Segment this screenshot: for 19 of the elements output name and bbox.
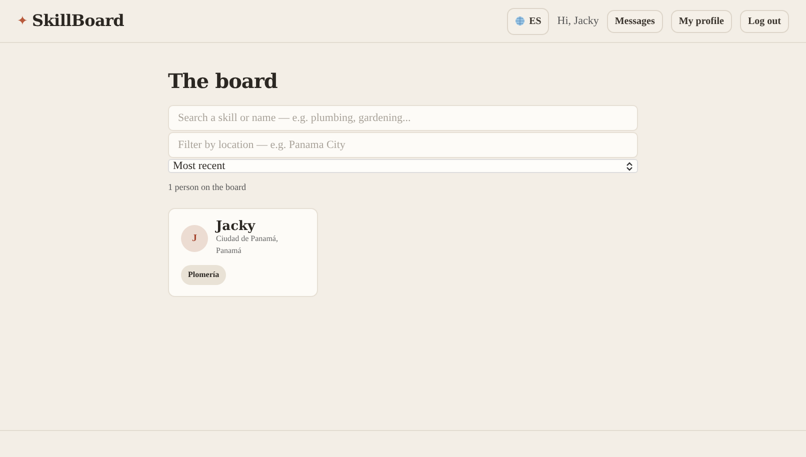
sort-select[interactable]: Most recent xyxy=(168,159,638,173)
person-name: Jacky xyxy=(216,220,256,232)
skill-tag: Plomería xyxy=(181,264,226,284)
globe-icon xyxy=(515,16,526,26)
greeting-text: Hi, Jacky xyxy=(557,14,599,29)
avatar: J xyxy=(181,224,208,252)
sparkle-icon: ✦ xyxy=(17,11,28,31)
nav-button[interactable]: Messages xyxy=(606,10,663,32)
person-card[interactable]: J Jacky Ciudad de Panamá, Panamá Plomería xyxy=(168,208,318,296)
nav-button[interactable]: Log out xyxy=(740,10,789,32)
person-location: Ciudad de Panamá, Panamá xyxy=(216,233,279,256)
location-field[interactable]: Filter by location — e.g. Panama City xyxy=(168,132,638,158)
nav-button[interactable]: My profile xyxy=(670,10,732,32)
result-count: 1 person on the board xyxy=(168,181,247,194)
updown-icon xyxy=(626,162,633,170)
brand-name[interactable]: SkillBoard xyxy=(32,9,124,33)
page-title: The board xyxy=(168,69,278,93)
search-field[interactable]: Search a skill or name — e.g. plumbing, gardening... xyxy=(168,105,638,131)
language-button[interactable]: ES xyxy=(507,8,550,34)
